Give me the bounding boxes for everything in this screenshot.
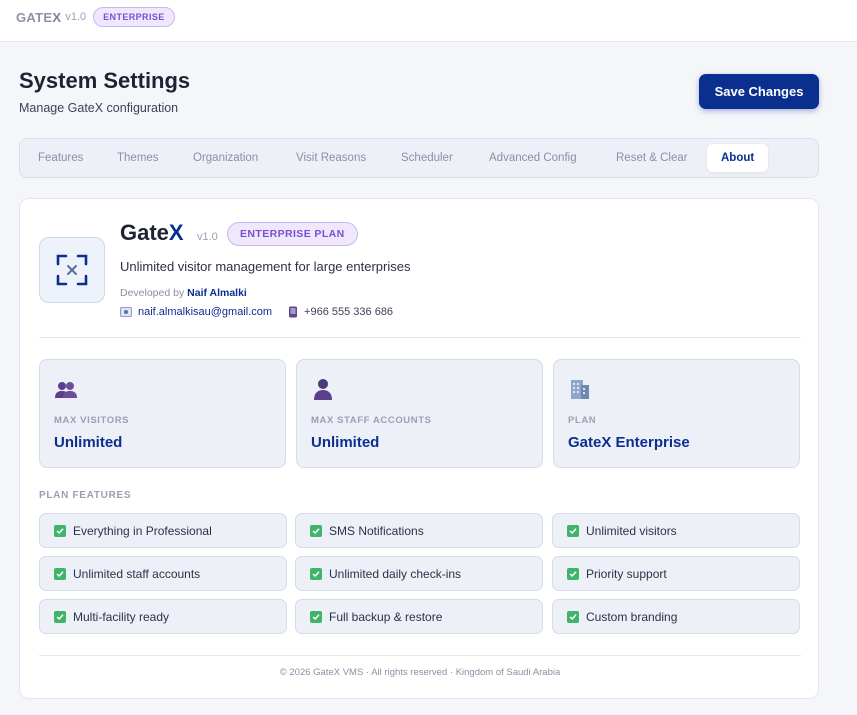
check-icon <box>310 524 322 537</box>
settings-tabs: Features Themes Organization Visit Reaso… <box>19 138 819 178</box>
app-version: v1.0 <box>197 231 218 243</box>
section-divider <box>39 337 801 338</box>
tab-reset-clear[interactable]: Reset & Clear <box>616 144 688 172</box>
tab-features[interactable]: Features <box>38 144 83 172</box>
feature-item: Multi-facility ready <box>39 599 287 634</box>
developer-name: Naif Almalki <box>187 287 247 299</box>
feature-label: Everything in Professional <box>73 523 212 538</box>
stat-value: GateX Enterprise <box>568 434 690 451</box>
tab-advanced-config[interactable]: Advanced Config <box>489 144 577 172</box>
stat-label: MAX VISITORS <box>54 415 130 426</box>
check-icon <box>54 567 66 580</box>
visitors-icon <box>55 382 77 398</box>
check-icon <box>567 524 579 537</box>
check-icon <box>567 567 579 580</box>
developer-line: Developed by Naif Almalki <box>120 287 247 299</box>
tab-themes[interactable]: Themes <box>117 144 159 172</box>
page-subtitle: Manage GateX configuration <box>19 101 179 115</box>
check-icon <box>310 567 322 580</box>
check-icon <box>310 610 322 623</box>
feature-label: Custom branding <box>586 609 678 624</box>
save-changes-button[interactable]: Save Changes <box>699 74 819 109</box>
check-icon <box>54 524 66 537</box>
tab-visit-reasons[interactable]: Visit Reasons <box>296 144 366 172</box>
feature-item: Full backup & restore <box>295 599 543 634</box>
feature-label: Unlimited staff accounts <box>73 566 201 581</box>
scan-frame-icon <box>56 254 88 286</box>
brand[interactable]: GATEX v1.0 ENTERPRISE <box>16 7 175 27</box>
feature-label: Multi-facility ready <box>73 609 170 624</box>
building-icon <box>571 380 589 399</box>
phone-icon <box>289 306 298 318</box>
brand-name: GATEX <box>16 9 62 25</box>
edition-badge: ENTERPRISE <box>93 7 175 27</box>
stat-max-staff-accounts: MAX STAFF ACCOUNTS Unlimited <box>296 359 543 468</box>
feature-label: Unlimited visitors <box>586 523 677 538</box>
plan-features-title: PLAN FEATURES <box>39 490 132 501</box>
page-title: System Settings <box>19 68 191 93</box>
tab-about[interactable]: About <box>707 144 769 172</box>
contact-email[interactable]: naif.almalkisau@gmail.com <box>138 306 272 318</box>
feature-item: Unlimited visitors <box>552 513 800 548</box>
feature-item: Unlimited daily check-ins <box>295 556 543 591</box>
staff-icon <box>314 379 332 400</box>
top-bar: GATEX v1.0 ENTERPRISE <box>0 0 857 42</box>
stat-label: PLAN <box>568 415 597 426</box>
check-icon <box>567 610 579 623</box>
stat-plan: PLAN GateX Enterprise <box>553 359 800 468</box>
app-logo <box>39 237 105 303</box>
feature-item: Unlimited staff accounts <box>39 556 287 591</box>
feature-label: Unlimited daily check-ins <box>329 566 462 581</box>
app-name: GateX <box>120 220 184 245</box>
footer-divider <box>39 655 801 656</box>
feature-label: Priority support <box>586 566 667 581</box>
tab-scheduler[interactable]: Scheduler <box>401 144 453 172</box>
tab-organization[interactable]: Organization <box>193 144 258 172</box>
app-description: Unlimited visitor management for large e… <box>120 259 411 274</box>
stat-label: MAX STAFF ACCOUNTS <box>311 415 432 426</box>
stat-max-visitors: MAX VISITORS Unlimited <box>39 359 286 468</box>
feature-label: SMS Notifications <box>329 523 424 538</box>
stat-value: Unlimited <box>311 434 380 451</box>
about-card: GateX v1.0 ENTERPRISE PLAN Unlimited vis… <box>19 198 819 699</box>
contact-phone[interactable]: +966 555 336 686 <box>304 306 393 318</box>
plan-badge: ENTERPRISE PLAN <box>227 222 358 246</box>
email-icon <box>120 307 132 317</box>
phone-wrap: +966 555 336 686 <box>288 306 393 318</box>
footer-copyright: © 2026 GateX VMS · All rights reserved ·… <box>279 667 561 678</box>
feature-label: Full backup & restore <box>329 609 443 624</box>
brand-version: v1.0 <box>65 11 87 23</box>
feature-item: Custom branding <box>552 599 800 634</box>
feature-item: Everything in Professional <box>39 513 287 548</box>
contact-row: naif.almalkisau@gmail.com +966 555 336 6… <box>120 306 393 318</box>
stat-value: Unlimited <box>54 434 123 451</box>
feature-item: SMS Notifications <box>295 513 543 548</box>
developed-by-label: Developed by <box>120 287 185 299</box>
check-icon <box>54 610 66 623</box>
feature-item: Priority support <box>552 556 800 591</box>
